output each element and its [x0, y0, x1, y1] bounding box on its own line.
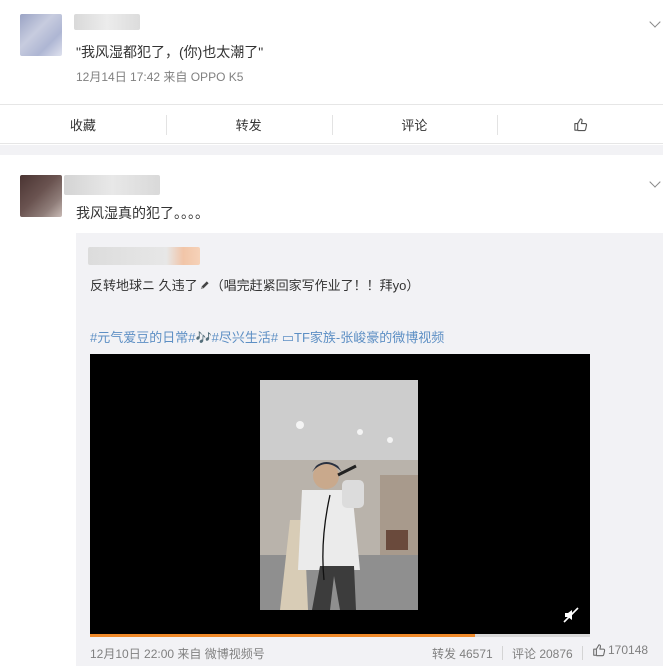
comment-label: 评论	[401, 117, 428, 133]
like-count: 170148	[608, 643, 649, 657]
action-bar: 收藏 转发 评论	[0, 104, 663, 144]
original-post-meta: 12月10日 22:00 来自 微博视频号	[90, 647, 265, 661]
comment-count-link[interactable]: 评论 20876	[512, 645, 573, 662]
original-author-blurred[interactable]	[88, 247, 200, 265]
username-blurred[interactable]	[64, 175, 160, 195]
video-frame	[260, 380, 418, 610]
video-player[interactable]	[90, 354, 590, 634]
repost-button[interactable]: 转发	[165, 105, 332, 143]
post-text: 我风湿真的犯了。。。。	[76, 205, 209, 221]
speaker-muted-icon[interactable]	[562, 606, 580, 624]
avatar[interactable]	[20, 175, 62, 217]
thumbs-up-icon	[593, 644, 606, 657]
video-progress-fill	[90, 634, 475, 637]
chevron-down-icon[interactable]	[649, 16, 661, 28]
post-meta: 12月14日 17:42 来自 OPPO K5	[76, 70, 244, 84]
comment-button[interactable]: 评论	[331, 105, 498, 143]
original-text-b: （唱完赶紧回家写作业了！！拜yo）	[210, 278, 420, 293]
repost-label: 转发	[235, 117, 262, 133]
repost-footer: 12月10日 22:00 来自 微博视频号 转发 46571 评论 20876 …	[90, 643, 663, 663]
favorite-label: 收藏	[69, 117, 96, 133]
original-text-a: 反转地球ニ 久违了	[90, 278, 198, 293]
video-still	[260, 380, 418, 610]
repost-count-link[interactable]: 转发 46571	[432, 645, 493, 662]
stat-divider	[582, 646, 583, 660]
weibo-post-card: "我风湿都犯了，(你)也太潮了" 12月14日 17:42 来自 OPPO K5…	[0, 0, 663, 145]
post-text: "我风湿都犯了，(你)也太潮了"	[76, 44, 264, 60]
chevron-down-icon[interactable]	[649, 176, 661, 188]
weibo-post-card: 我风湿真的犯了。。。。 反转地球ニ 久违了 （唱完赶紧回家写作业了！！拜yo） #…	[0, 155, 663, 666]
video-progress-bar[interactable]	[90, 634, 590, 637]
favorite-button[interactable]: 收藏	[0, 105, 166, 143]
original-post-text: 反转地球ニ 久违了 （唱完赶紧回家写作业了！！拜yo）	[90, 275, 419, 294]
thumbs-up-icon	[573, 117, 587, 131]
topic-tags[interactable]: #元气爱豆的日常#🎶#尽兴生活# ▭TF家族-张峻豪的微博视频	[90, 327, 444, 346]
like-count-link[interactable]: 170148	[592, 643, 648, 657]
username-blurred[interactable]	[74, 14, 140, 30]
like-button[interactable]	[497, 105, 663, 143]
reposted-content: 反转地球ニ 久违了 （唱完赶紧回家写作业了！！拜yo） #元气爱豆的日常#🎶#尽兴…	[76, 233, 663, 666]
feed-divider	[0, 145, 663, 155]
pencil-icon	[200, 281, 209, 290]
avatar[interactable]	[20, 14, 62, 56]
stat-divider	[502, 646, 503, 660]
